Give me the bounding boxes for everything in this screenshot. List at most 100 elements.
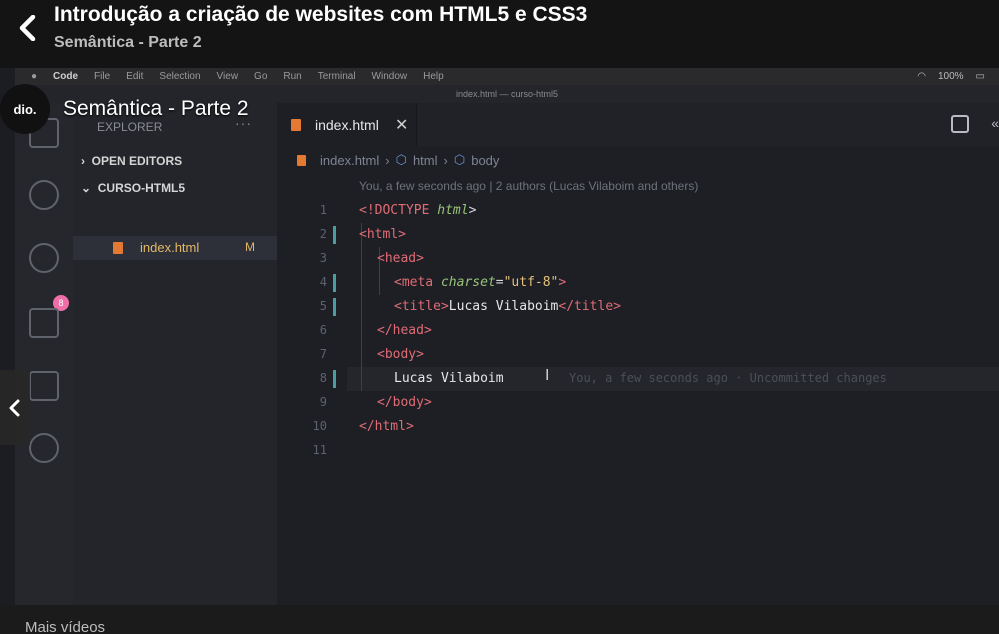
- channel-logo: dio.: [13, 101, 37, 117]
- menu-item: Go: [254, 71, 268, 82]
- code-text: </head>: [377, 323, 432, 338]
- breadcrumb: index.html › ⬡ html › ⬡ body: [297, 152, 499, 168]
- chevron-left-icon: [9, 399, 20, 416]
- course-title: Introdução a criação de websites com HTM…: [54, 3, 588, 26]
- code-token: </title>: [558, 299, 621, 314]
- code-token: html: [437, 203, 469, 218]
- code-token: charset: [440, 275, 496, 290]
- inline-blame: You, a few seconds ago · Uncommitted cha…: [569, 371, 887, 385]
- code-token: Lucas Vilaboim: [448, 299, 559, 314]
- line-number: 3: [319, 251, 327, 265]
- tab-label: index.html: [315, 117, 379, 133]
- line-number: 2: [319, 227, 327, 241]
- breadcrumb-html: html: [412, 152, 438, 168]
- chevron-right-icon: ›: [443, 152, 448, 168]
- line-number: 5: [319, 299, 327, 313]
- extensions-icon: [29, 371, 59, 401]
- lesson-subtitle: Semântica - Parte 2: [54, 34, 202, 51]
- code-token: <meta: [394, 275, 441, 290]
- line-number: 7: [319, 347, 327, 361]
- tab-bar: index.html ✕ «: [277, 103, 999, 146]
- git-change-marker: [333, 274, 336, 292]
- code-token: <!DOCTYPE: [359, 203, 438, 218]
- more-videos-bar[interactable]: Mais vídeos: [0, 605, 999, 634]
- activity-bar: 8: [15, 103, 73, 605]
- menu-item: Run: [283, 71, 302, 82]
- code-line: 4 <meta charset="utf-8">: [277, 271, 977, 295]
- file-item-index: index.html M: [73, 236, 277, 260]
- chevron-right-icon: ›: [385, 152, 390, 168]
- element-icon: ⬡: [453, 152, 466, 167]
- code-text: <!DOCTYPE html>: [359, 203, 476, 218]
- menu-item: File: [94, 71, 111, 82]
- mac-status-icons: ◠ 100% ▭: [917, 68, 985, 85]
- code-line: 1 <!DOCTYPE html>: [277, 199, 977, 223]
- element-icon: ⬡: [395, 152, 407, 167]
- code-line: 7 <body>: [277, 343, 977, 367]
- battery-icon: ▭: [975, 71, 985, 82]
- html-file-icon: [113, 242, 123, 254]
- code-line: 9 </body>: [277, 391, 977, 415]
- menu-item: Window: [371, 71, 408, 82]
- html-file-icon: [297, 154, 306, 166]
- channel-avatar[interactable]: dio.: [0, 84, 50, 134]
- menu-item: View: [216, 71, 239, 82]
- code-line: 2 <html>: [277, 223, 977, 247]
- file-name: index.html: [140, 240, 200, 255]
- code-token: "utf-8": [503, 275, 559, 290]
- code-token: >: [558, 275, 567, 290]
- battery-text: 100%: [937, 71, 964, 82]
- video-overlay-title: Semântica - Parte 2: [63, 97, 249, 120]
- code-text: Lucas Vilaboim: [394, 371, 504, 386]
- code-editor: index.html ✕ « index.html › ⬡ html › ⬡ b…: [277, 103, 999, 605]
- section-label: CURSO-HTML5: [97, 181, 186, 195]
- back-button[interactable]: [10, 10, 46, 46]
- remote-icon: [29, 433, 59, 463]
- split-editor-icon: [951, 115, 969, 133]
- breadcrumb-body: body: [471, 152, 500, 168]
- video-player[interactable]: ● Code File Edit Selection View Go Run T…: [0, 68, 999, 605]
- code-text: <head>: [377, 251, 424, 266]
- menu-item: Selection: [159, 71, 201, 82]
- menu-item: Edit: [126, 71, 144, 82]
- explorer-title: EXPLORER: [97, 120, 163, 134]
- wifi-icon: ◠: [917, 71, 926, 82]
- source-control-icon: [29, 243, 59, 273]
- close-icon: ✕: [395, 117, 409, 134]
- code-token: =: [495, 275, 504, 290]
- chevron-left-icon: [19, 15, 36, 41]
- code-token: <title>: [394, 299, 449, 314]
- code-line: 8 Lucas Vilaboim You, a few seconds ago …: [277, 367, 977, 391]
- line-number: 11: [312, 443, 327, 457]
- section-open-editors: › OPEN EDITORS: [81, 154, 183, 168]
- section-label: OPEN EDITORS: [91, 154, 183, 168]
- code-line: 11: [277, 439, 977, 463]
- mac-menubar: ● Code File Edit Selection View Go Run T…: [15, 68, 999, 85]
- modified-badge: M: [245, 240, 255, 254]
- tab-index-html: index.html ✕: [277, 103, 417, 146]
- code-text: <html>: [359, 227, 406, 242]
- search-icon: [29, 180, 59, 210]
- line-number: 8: [319, 371, 327, 385]
- code-token: >: [468, 203, 477, 218]
- code-text: </body>: [377, 395, 432, 410]
- codelens-blame: You, a few seconds ago | 2 authors (Luca…: [359, 179, 699, 193]
- code-line: 3 <head>: [277, 247, 977, 271]
- git-change-marker: [333, 370, 336, 388]
- line-number: 9: [319, 395, 327, 409]
- run-debug-icon: [29, 308, 59, 338]
- more-videos-label[interactable]: Mais vídeos: [25, 619, 105, 634]
- section-project: ⌄ CURSO-HTML5: [81, 181, 186, 195]
- code-line: 5 <title>Lucas Vilaboim</title>: [277, 295, 977, 319]
- menu-item: Help: [423, 71, 444, 82]
- line-number: 1: [319, 203, 327, 217]
- explorer-sidebar: EXPLORER ··· › OPEN EDITORS ⌄ CURSO-HTML…: [73, 103, 277, 605]
- apple-icon: ●: [31, 71, 38, 82]
- previous-video-button[interactable]: [0, 370, 30, 445]
- menu-item: Terminal: [317, 71, 356, 82]
- code-text: <title>Lucas Vilaboim</title>: [394, 299, 621, 314]
- more-icon: «: [991, 115, 999, 131]
- text-cursor-icon: I: [545, 367, 550, 384]
- code-line: 6 </head>: [277, 319, 977, 343]
- html-file-icon: [291, 119, 301, 131]
